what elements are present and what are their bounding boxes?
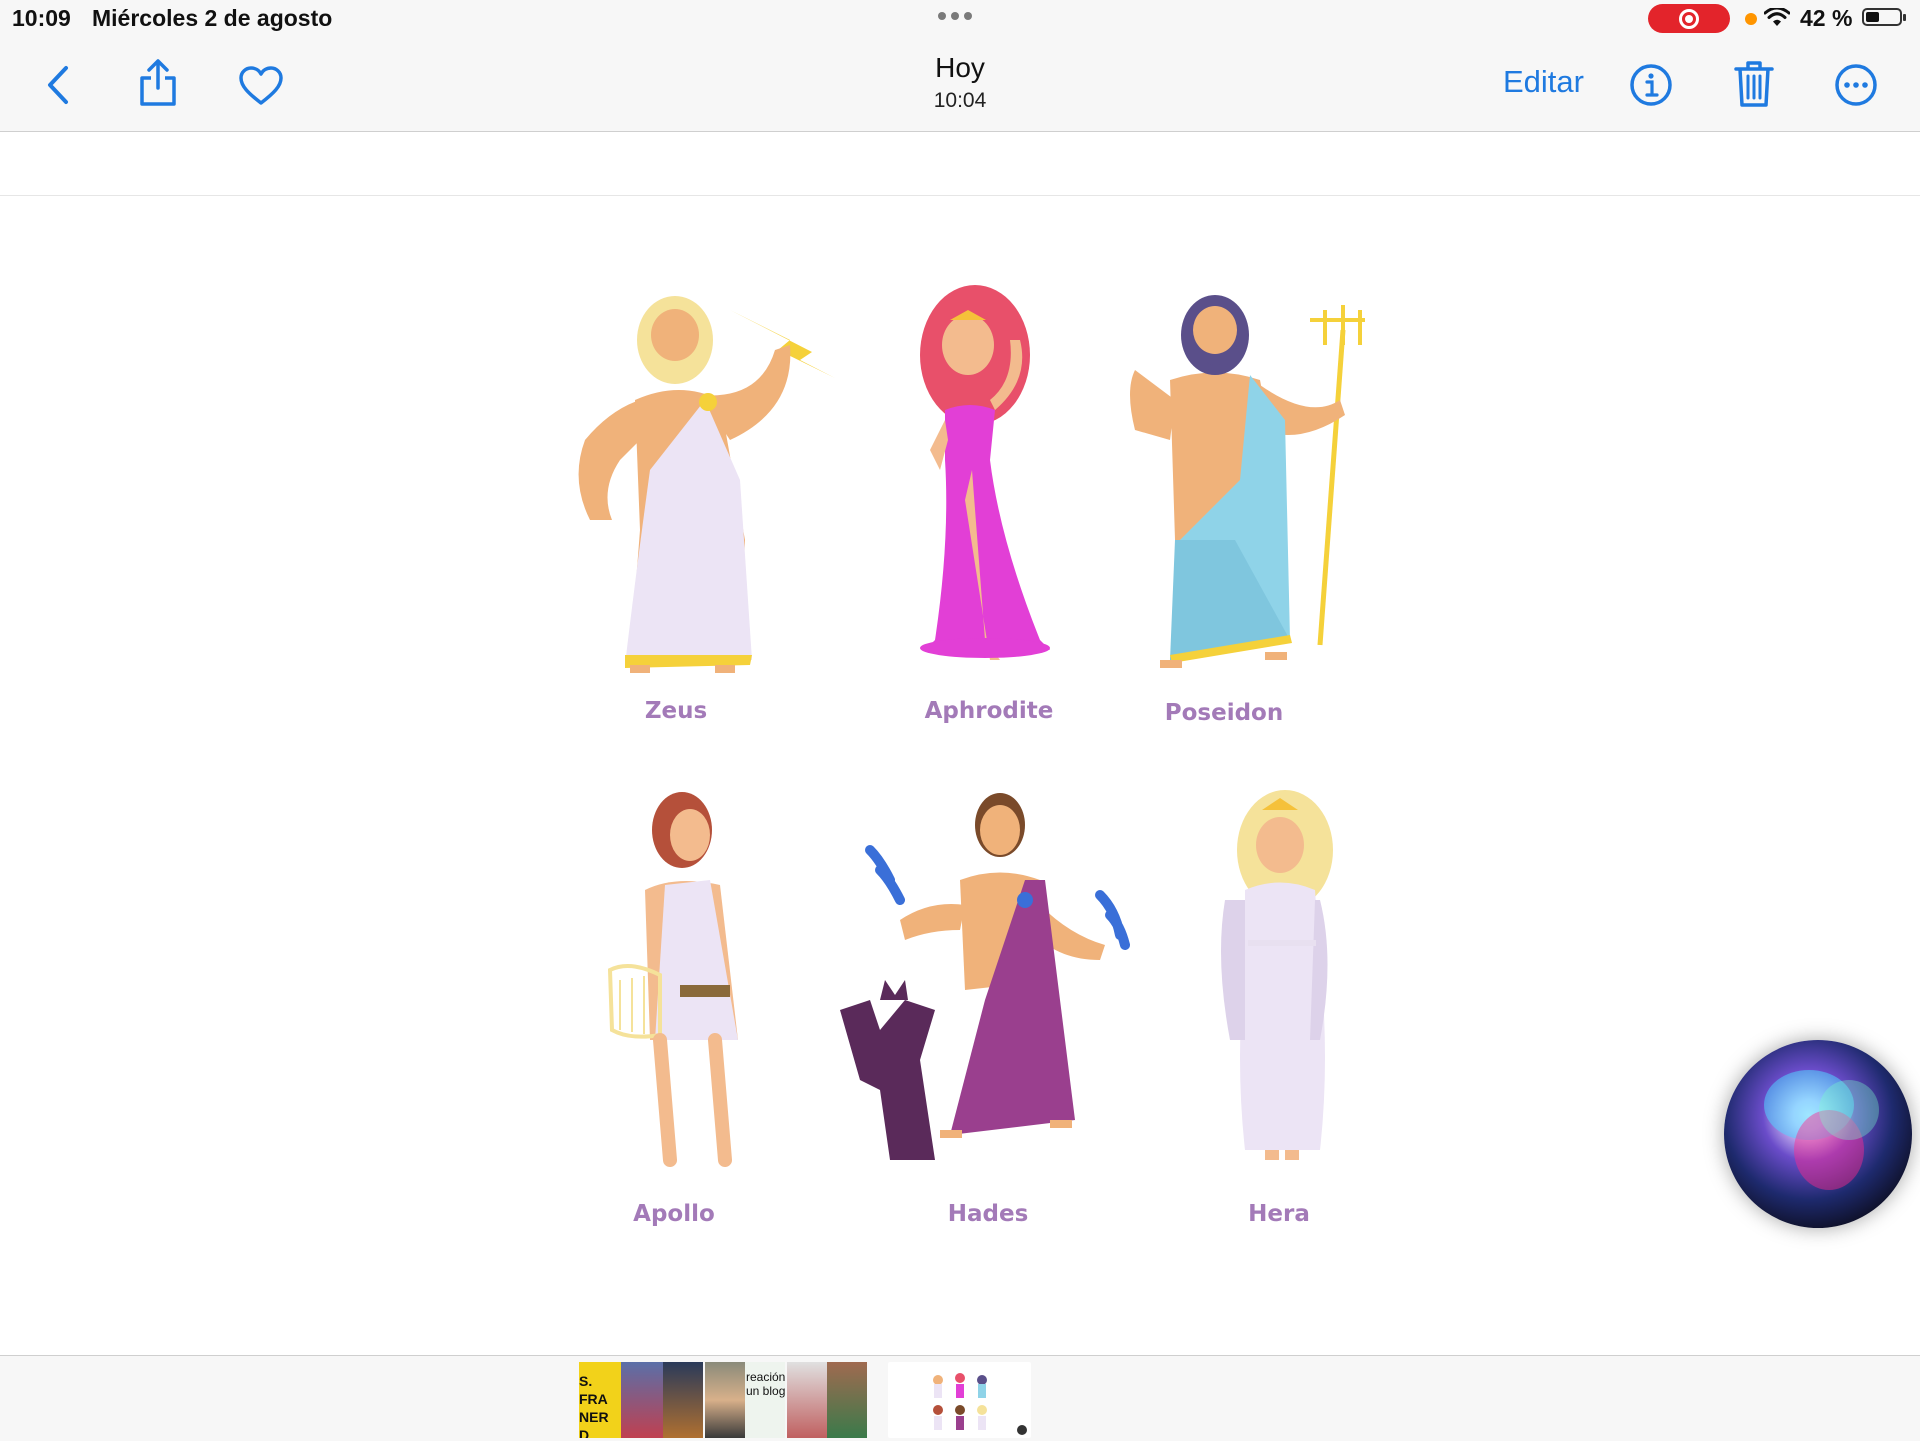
thumbnail[interactable] [827, 1362, 867, 1438]
mic-indicator-icon [1745, 13, 1757, 25]
battery-fill [1866, 12, 1879, 22]
multitasking-dots-icon[interactable] [938, 12, 972, 20]
poseidon-figure [1130, 295, 1365, 668]
hades-figure [840, 793, 1130, 1160]
thumbnail[interactable] [787, 1362, 827, 1438]
caption-hera: Hera [1248, 1201, 1310, 1227]
status-date: Miércoles 2 de agosto [92, 5, 333, 31]
zeus-figure [578, 296, 835, 673]
status-time: 10:09 [12, 5, 71, 31]
gods-illustration [578, 285, 1365, 1167]
status-bar: 10:09 Miércoles 2 de agosto 42 % [0, 0, 1920, 36]
thumbnail-text: reación un blog [746, 1370, 785, 1398]
thumbnail[interactable]: S. FRA NER D [579, 1362, 621, 1438]
thumbnail-filmstrip[interactable]: S. FRA NER D reación un blog [0, 1355, 1920, 1441]
edit-button[interactable]: Editar [1503, 64, 1584, 100]
caption-poseidon: Poseidon [1164, 700, 1284, 726]
photo-toolbar: Hoy 10:04 Editar [0, 36, 1920, 132]
caption-zeus: Zeus [644, 698, 708, 724]
thumbnail[interactable] [705, 1362, 745, 1438]
caption-aphrodite: Aphrodite [924, 698, 1054, 724]
more-icon[interactable] [1834, 63, 1878, 107]
battery-icon [1862, 8, 1906, 26]
thumbnail[interactable]: reación un blog [745, 1362, 785, 1438]
hera-figure [1221, 790, 1333, 1160]
thumbnail-text: S. FRA NER D [579, 1373, 609, 1438]
thumbnail[interactable] [621, 1362, 663, 1438]
thumbnail[interactable] [663, 1362, 703, 1438]
aphrodite-figure [920, 285, 1050, 660]
thumbnail-selected[interactable] [888, 1362, 1031, 1438]
battery-percent: 42 % [1800, 5, 1853, 31]
screen-recording-icon[interactable] [1648, 4, 1730, 33]
photo-view[interactable]: Zeus Aphrodite Poseidon Apollo Hades Her… [0, 196, 1920, 1355]
wifi-icon [1764, 8, 1790, 26]
siri-orb[interactable] [1724, 1040, 1912, 1228]
info-icon[interactable] [1629, 63, 1673, 107]
apollo-figure [607, 792, 738, 1167]
caption-apollo: Apollo [633, 1201, 715, 1227]
caption-hades: Hades [947, 1201, 1029, 1227]
trash-icon[interactable] [1734, 60, 1774, 108]
